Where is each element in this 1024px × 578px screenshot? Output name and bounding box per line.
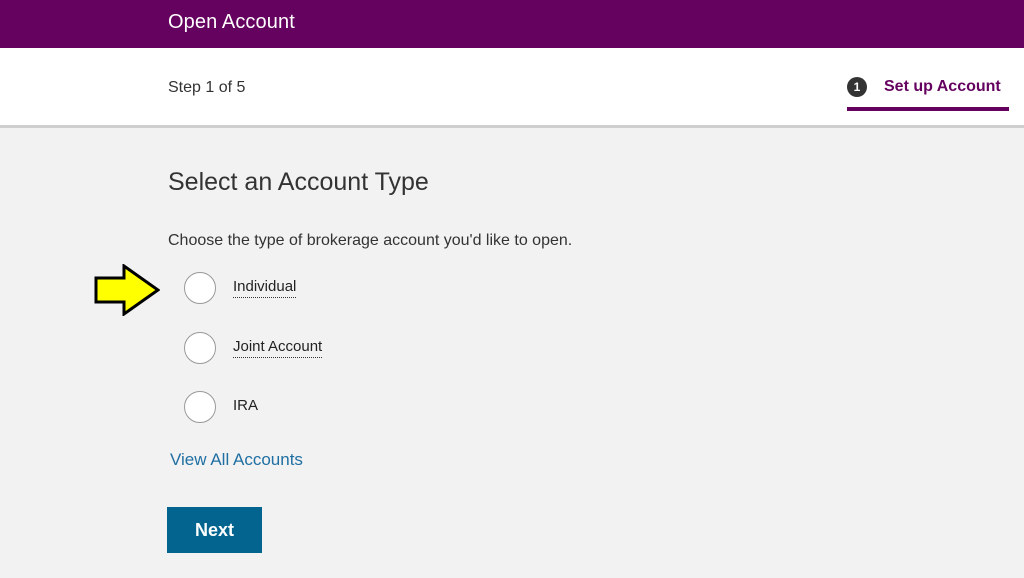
radio-ira[interactable] — [184, 391, 216, 423]
step-counter: Step 1 of 5 — [168, 79, 246, 96]
step-bar: Step 1 of 5 1 Set up Account — [0, 48, 1024, 128]
account-type-option-ira[interactable]: IRA — [184, 391, 484, 423]
step-label: Set up Account — [884, 78, 1001, 95]
next-button[interactable]: Next — [167, 507, 262, 553]
intro-text: Choose the type of brokerage account you… — [168, 232, 573, 249]
account-type-option-joint[interactable]: Joint Account — [184, 332, 484, 364]
step-number-badge: 1 — [847, 77, 867, 97]
section-heading: Select an Account Type — [168, 168, 429, 196]
yellow-right-arrow-icon — [94, 264, 160, 316]
radio-individual[interactable] — [184, 272, 216, 304]
top-bar: Open Account — [0, 0, 1024, 48]
option-label-ira[interactable]: IRA — [233, 397, 258, 416]
tab-set-up-account[interactable]: 1 Set up Account — [847, 77, 1009, 113]
page-title: Open Account — [168, 11, 295, 33]
account-type-option-individual[interactable]: Individual — [184, 272, 484, 304]
active-step-underline — [847, 107, 1009, 111]
option-label-joint-account[interactable]: Joint Account — [233, 338, 323, 358]
radio-joint-account[interactable] — [184, 332, 216, 364]
view-all-accounts-link[interactable]: View All Accounts — [170, 450, 303, 470]
option-label-individual[interactable]: Individual — [233, 278, 297, 298]
